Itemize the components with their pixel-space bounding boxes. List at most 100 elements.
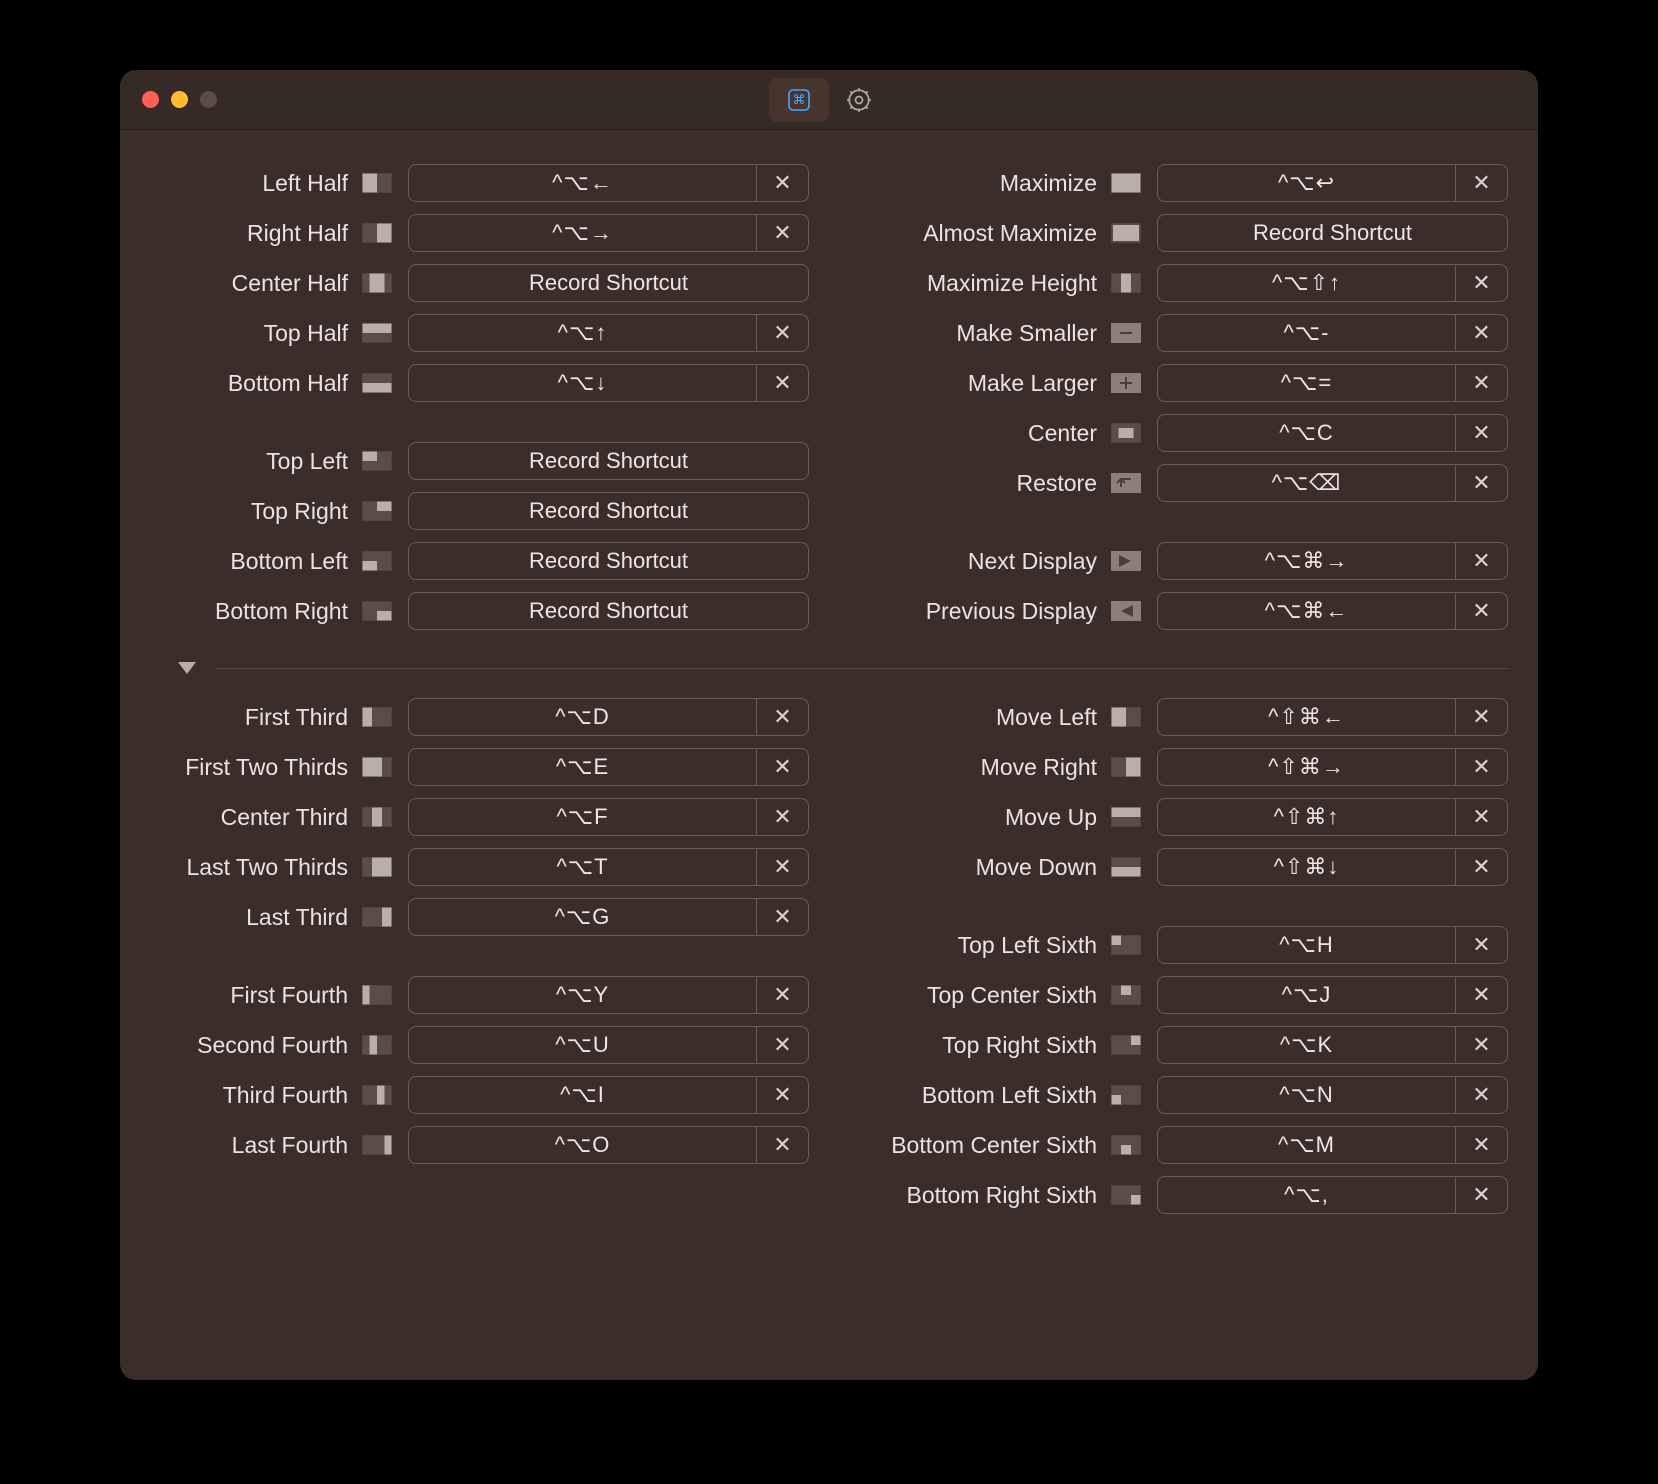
top-right-record-label: Record Shortcut (409, 493, 808, 529)
svg-text:⌘: ⌘ (793, 92, 806, 107)
bottom-center-sixth-shortcut-field[interactable]: ^⌥M✕ (1157, 1126, 1508, 1164)
last-third-shortcut-field[interactable]: ^⌥G✕ (408, 898, 809, 936)
move-up-clear-button[interactable]: ✕ (1455, 799, 1507, 835)
top-center-sixth-label: Top Center Sixth (849, 982, 1107, 1009)
top-right-sixth-clear-button[interactable]: ✕ (1455, 1027, 1507, 1063)
center-third-shortcut-field[interactable]: ^⌥F✕ (408, 798, 809, 836)
first-fourth-clear-button[interactable]: ✕ (756, 977, 808, 1013)
right-half-clear-button[interactable]: ✕ (756, 215, 808, 251)
top-right-sixth-label: Top Right Sixth (849, 1032, 1107, 1059)
bottom-left-sixth-shortcut-field[interactable]: ^⌥N✕ (1157, 1076, 1508, 1114)
first-fourth-shortcut-field[interactable]: ^⌥Y✕ (408, 976, 809, 1014)
top-right-shortcut-field[interactable]: Record Shortcut (408, 492, 809, 530)
first-two-thirds-shortcut-field[interactable]: ^⌥E✕ (408, 748, 809, 786)
bottom-center-sixth-clear-button[interactable]: ✕ (1455, 1127, 1507, 1163)
last-third-row: Last Third^⌥G✕ (150, 892, 809, 942)
last-fourth-clear-button[interactable]: ✕ (756, 1127, 808, 1163)
maximize-height-shortcut-field[interactable]: ^⌥⇧↑✕ (1157, 264, 1508, 302)
bottom-center-sixth-icon (1107, 1132, 1145, 1158)
move-left-shortcut-field[interactable]: ^⇧⌘←✕ (1157, 698, 1508, 736)
first-fourth-shortcut-value: ^⌥Y (409, 977, 756, 1013)
right-half-shortcut-field[interactable]: ^⌥→✕ (408, 214, 809, 252)
top-half-clear-button[interactable]: ✕ (756, 315, 808, 351)
bottom-left-shortcut-field[interactable]: Record Shortcut (408, 542, 809, 580)
last-two-thirds-shortcut-field[interactable]: ^⌥T✕ (408, 848, 809, 886)
bottom-center-sixth-label: Bottom Center Sixth (849, 1132, 1107, 1159)
make-larger-clear-button[interactable]: ✕ (1455, 365, 1507, 401)
make-smaller-clear-button[interactable]: ✕ (1455, 315, 1507, 351)
close-window-button[interactable] (142, 91, 159, 108)
center-third-clear-button[interactable]: ✕ (756, 799, 808, 835)
third-fourth-shortcut-value: ^⌥I (409, 1077, 756, 1113)
move-up-shortcut-field[interactable]: ^⇧⌘↑✕ (1157, 798, 1508, 836)
third-fourth-shortcut-field[interactable]: ^⌥I✕ (408, 1076, 809, 1114)
first-third-shortcut-value: ^⌥D (409, 699, 756, 735)
bottom-right-sixth-clear-button[interactable]: ✕ (1455, 1177, 1507, 1213)
last-fourth-shortcut-field[interactable]: ^⌥O✕ (408, 1126, 809, 1164)
center-clear-button[interactable]: ✕ (1455, 415, 1507, 451)
move-right-shortcut-field[interactable]: ^⇧⌘→✕ (1157, 748, 1508, 786)
tab-settings[interactable] (829, 78, 889, 122)
last-third-icon (358, 904, 396, 930)
maximize-shortcut-value: ^⌥↩ (1158, 165, 1455, 201)
top-center-sixth-clear-button[interactable]: ✕ (1455, 977, 1507, 1013)
make-larger-shortcut-field[interactable]: ^⌥=✕ (1157, 364, 1508, 402)
move-down-shortcut-field[interactable]: ^⇧⌘↓✕ (1157, 848, 1508, 886)
minimize-window-button[interactable] (171, 91, 188, 108)
next-display-icon (1107, 548, 1145, 574)
left-half-row: Left Half^⌥←✕ (150, 158, 809, 208)
maximize-shortcut-field[interactable]: ^⌥↩✕ (1157, 164, 1508, 202)
bottom-left-row: Bottom LeftRecord Shortcut (150, 536, 809, 586)
next-display-clear-button[interactable]: ✕ (1455, 543, 1507, 579)
move-right-clear-button[interactable]: ✕ (1455, 749, 1507, 785)
top-half-shortcut-field[interactable]: ^⌥↑✕ (408, 314, 809, 352)
restore-clear-button[interactable]: ✕ (1455, 465, 1507, 501)
bottom-right-shortcut-field[interactable]: Record Shortcut (408, 592, 809, 630)
next-display-shortcut-field[interactable]: ^⌥⌘→✕ (1157, 542, 1508, 580)
top-left-label: Top Left (150, 448, 358, 475)
previous-display-shortcut-field[interactable]: ^⌥⌘←✕ (1157, 592, 1508, 630)
left-half-clear-button[interactable]: ✕ (756, 165, 808, 201)
second-fourth-clear-button[interactable]: ✕ (756, 1027, 808, 1063)
shortcut-group: Next Display^⌥⌘→✕Previous Display^⌥⌘←✕ (849, 536, 1508, 636)
second-fourth-shortcut-field[interactable]: ^⌥U✕ (408, 1026, 809, 1064)
third-fourth-clear-button[interactable]: ✕ (756, 1077, 808, 1113)
previous-display-clear-button[interactable]: ✕ (1455, 593, 1507, 629)
last-two-thirds-clear-button[interactable]: ✕ (756, 849, 808, 885)
bottom-right-sixth-shortcut-field[interactable]: ^⌥,✕ (1157, 1176, 1508, 1214)
center-half-shortcut-field[interactable]: Record Shortcut (408, 264, 809, 302)
first-third-shortcut-field[interactable]: ^⌥D✕ (408, 698, 809, 736)
top-left-sixth-shortcut-field[interactable]: ^⌥H✕ (1157, 926, 1508, 964)
almost-maximize-shortcut-field[interactable]: Record Shortcut (1157, 214, 1508, 252)
zoom-window-button[interactable] (200, 91, 217, 108)
top-left-shortcut-field[interactable]: Record Shortcut (408, 442, 809, 480)
bottom-half-shortcut-field[interactable]: ^⌥↓✕ (408, 364, 809, 402)
restore-shortcut-field[interactable]: ^⌥⌫✕ (1157, 464, 1508, 502)
make-smaller-shortcut-field[interactable]: ^⌥-✕ (1157, 314, 1508, 352)
bottom-right-row: Bottom RightRecord Shortcut (150, 586, 809, 636)
first-third-clear-button[interactable]: ✕ (756, 699, 808, 735)
last-third-clear-button[interactable]: ✕ (756, 899, 808, 935)
tab-shortcuts[interactable]: ⌘ (769, 78, 829, 122)
maximize-clear-button[interactable]: ✕ (1455, 165, 1507, 201)
top-center-sixth-shortcut-field[interactable]: ^⌥J✕ (1157, 976, 1508, 1014)
center-half-row: Center HalfRecord Shortcut (150, 258, 809, 308)
shortcut-group: First Fourth^⌥Y✕Second Fourth^⌥U✕Third F… (150, 970, 809, 1170)
top-right-sixth-shortcut-field[interactable]: ^⌥K✕ (1157, 1026, 1508, 1064)
bottom-half-clear-button[interactable]: ✕ (756, 365, 808, 401)
left-half-shortcut-field[interactable]: ^⌥←✕ (408, 164, 809, 202)
center-shortcut-field[interactable]: ^⌥C✕ (1157, 414, 1508, 452)
disclosure-triangle[interactable] (178, 662, 196, 674)
first-two-thirds-clear-button[interactable]: ✕ (756, 749, 808, 785)
shortcut-group: Move Left^⇧⌘←✕Move Right^⇧⌘→✕Move Up^⇧⌘↑… (849, 692, 1508, 892)
maximize-height-clear-button[interactable]: ✕ (1455, 265, 1507, 301)
move-left-clear-button[interactable]: ✕ (1455, 699, 1507, 735)
top-half-row: Top Half^⌥↑✕ (150, 308, 809, 358)
top-left-sixth-clear-button[interactable]: ✕ (1455, 927, 1507, 963)
bottom-left-sixth-clear-button[interactable]: ✕ (1455, 1077, 1507, 1113)
titlebar: ⌘ (120, 70, 1538, 130)
first-two-thirds-label: First Two Thirds (150, 754, 358, 781)
move-down-clear-button[interactable]: ✕ (1455, 849, 1507, 885)
top-center-sixth-shortcut-value: ^⌥J (1158, 977, 1455, 1013)
top-right-icon (358, 498, 396, 524)
